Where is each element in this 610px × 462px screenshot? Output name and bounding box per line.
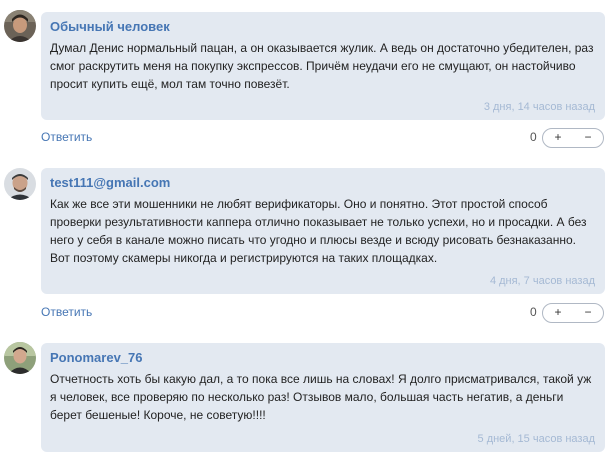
downvote-button[interactable]: − xyxy=(573,129,603,147)
comment-author[interactable]: Обычный человек xyxy=(50,19,170,34)
comment-bubble: Ponomarev_76 Отчетность хоть бы какую да… xyxy=(41,343,605,452)
downvote-button[interactable]: − xyxy=(573,304,603,322)
reply-button[interactable]: Ответить xyxy=(41,305,92,319)
user-avatar-image xyxy=(4,168,36,200)
comment-timestamp: 4 дня, 7 часов назад xyxy=(489,275,595,287)
avatar[interactable] xyxy=(4,342,36,374)
user-avatar-image xyxy=(4,10,36,42)
user-avatar-image xyxy=(4,342,36,374)
comment-timestamp: 3 дня, 14 часов назад xyxy=(483,101,595,113)
comment-bubble: test111@gmail.com Как же все эти мошенни… xyxy=(41,168,605,294)
reply-button[interactable]: Ответить xyxy=(41,130,92,144)
comment-author[interactable]: Ponomarev_76 xyxy=(50,350,143,365)
comment-text: Отчетность хоть бы какую дал, а то пока … xyxy=(50,372,592,422)
comment-text: Думал Денис нормальный пацан, а он оказы… xyxy=(50,41,594,91)
upvote-button[interactable]: + xyxy=(543,129,573,147)
vote-score: 0 xyxy=(530,130,537,144)
comment-timestamp: 5 дней, 15 часов назад xyxy=(477,433,595,445)
vote-score: 0 xyxy=(530,305,537,319)
upvote-button[interactable]: + xyxy=(543,304,573,322)
vote-control: + − xyxy=(542,128,604,148)
comment-author[interactable]: test111@gmail.com xyxy=(50,175,170,190)
avatar[interactable] xyxy=(4,168,36,200)
comment-bubble: Обычный человек Думал Денис нормальный п… xyxy=(41,12,605,120)
comment-text: Как же все эти мошенники не любят верифи… xyxy=(50,197,587,265)
vote-control: + − xyxy=(542,303,604,323)
avatar[interactable] xyxy=(4,10,36,42)
